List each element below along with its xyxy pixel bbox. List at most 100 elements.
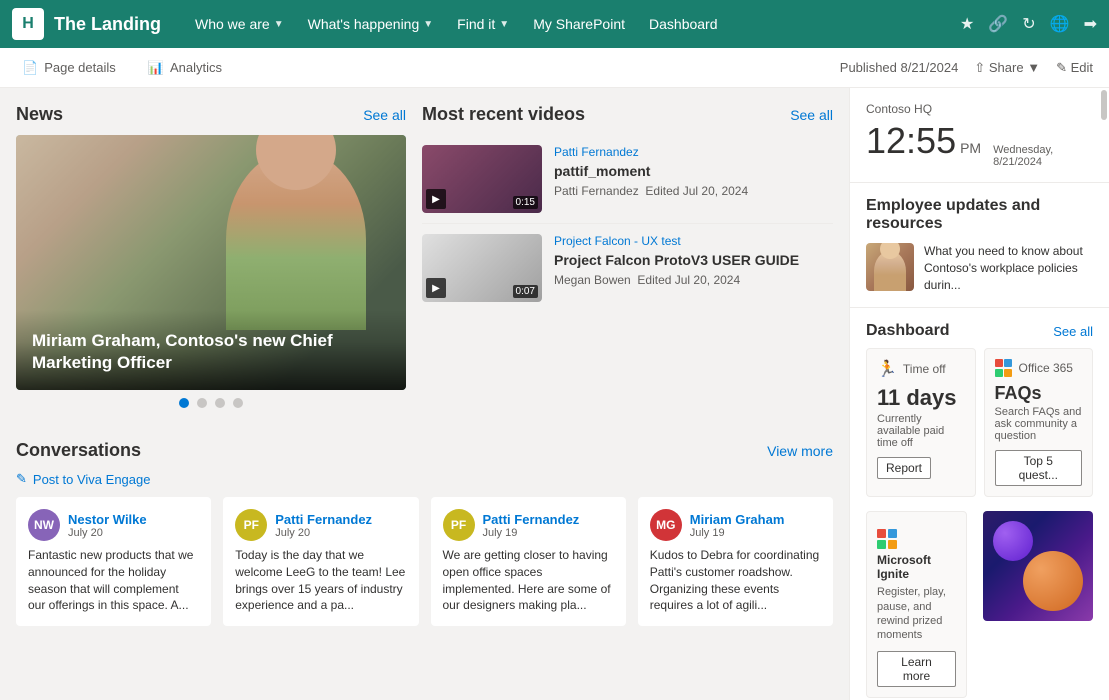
share-button[interactable]: ⇧ Share ▼ [974, 60, 1040, 76]
video-item-1[interactable]: ▶ 0:15 Patti Fernandez pattif_moment Pat… [422, 135, 833, 224]
scrollbar[interactable] [1101, 90, 1107, 120]
hero-person-figure [226, 150, 366, 330]
post-to-viva-engage[interactable]: ✎ Post to Viva Engage [16, 471, 833, 487]
video-item-2[interactable]: ▶ 0:07 Project Falcon - UX test Project … [422, 224, 833, 312]
ignite-card: Microsoft Ignite Register, play, pause, … [866, 511, 967, 697]
sidebar: Contoso HQ 12:55 PM Wednesday, 8/21/2024… [849, 88, 1109, 700]
nav-item-my-sharepoint[interactable]: My SharePoint [523, 10, 635, 38]
avatar-1: NW [28, 509, 60, 541]
office365-desc: Search FAQs and ask community a question [995, 406, 1083, 442]
ignite-visual-card [983, 511, 1093, 621]
convo-author-row-3: PF Patti Fernandez July 19 [443, 509, 614, 541]
edit-square-icon: ✎ [16, 471, 27, 487]
conversation-card-3[interactable]: PF Patti Fernandez July 19 We are gettin… [431, 497, 626, 626]
avatar-2: PF [235, 509, 267, 541]
news-dot-3[interactable] [215, 398, 225, 408]
edit-button[interactable]: ✎ Edit [1056, 60, 1093, 76]
ignite-row: Microsoft Ignite Register, play, pause, … [850, 511, 1109, 700]
page-details-button[interactable]: 📄 Page details [16, 56, 122, 80]
ignite-icon [877, 522, 956, 549]
site-title[interactable]: The Landing [54, 14, 161, 35]
news-dot-1[interactable] [179, 398, 189, 408]
conversation-card-2[interactable]: PF Patti Fernandez July 20 Today is the … [223, 497, 418, 626]
nav-item-dashboard[interactable]: Dashboard [639, 10, 728, 38]
news-hero-overlay: Miriam Graham, Contoso's new Chief Marke… [16, 310, 406, 390]
conversations-view-more[interactable]: View more [767, 443, 833, 459]
convo-author-2: Patti Fernandez [275, 512, 372, 527]
share-icon[interactable]: ➡ [1084, 14, 1097, 34]
video-thumb-1: ▶ 0:15 [422, 145, 542, 213]
videos-see-all[interactable]: See all [790, 107, 833, 123]
dashboard-see-all[interactable]: See all [1053, 324, 1093, 339]
clock-location: Contoso HQ [866, 102, 1093, 116]
time-off-report-button[interactable]: Report [877, 457, 931, 479]
video-info-2: Project Falcon - UX test Project Falcon … [554, 234, 833, 302]
refresh-icon[interactable]: ↻ [1022, 14, 1035, 34]
top-navigation: H The Landing Who we are ▼ What's happen… [0, 0, 1109, 48]
employee-update-icon [866, 243, 914, 291]
time-off-value: 11 days [877, 385, 965, 411]
video-tag-2: Project Falcon - UX test [554, 234, 833, 248]
convo-text-1: Fantastic new products that we announced… [28, 547, 199, 614]
conversation-card-1[interactable]: NW Nestor Wilke July 20 Fantastic new pr… [16, 497, 211, 626]
convo-author-1: Nestor Wilke [68, 512, 147, 527]
employee-update-text: What you need to know about Contoso's wo… [924, 243, 1093, 293]
video-duration-1: 0:15 [513, 196, 538, 209]
ignite-orb-orange [1023, 551, 1083, 611]
convo-date-3: July 19 [483, 527, 580, 539]
convo-author-4: Miriam Graham [690, 512, 785, 527]
convo-date-4: July 19 [690, 527, 785, 539]
nav-item-whats-happening[interactable]: What's happening ▼ [298, 10, 444, 38]
chevron-down-icon: ▼ [423, 19, 433, 30]
video-thumb-2: ▶ 0:07 [422, 234, 542, 302]
clock-date: Wednesday, 8/21/2024 [993, 144, 1093, 168]
convo-text-2: Today is the day that we welcome LeeG to… [235, 547, 406, 614]
ignite-orb-purple [993, 521, 1033, 561]
share-icon: ⇧ [974, 60, 985, 75]
office365-button[interactable]: Top 5 quest... [995, 450, 1083, 486]
ignite-learn-more-button[interactable]: Learn more [877, 651, 956, 687]
share-chevron-icon: ▼ [1027, 60, 1040, 75]
avatar-3: PF [443, 509, 475, 541]
clock-ampm: PM [960, 140, 981, 156]
videos-header: Most recent videos See all [422, 104, 833, 125]
nav-right-icons: ★ 🔗 ↻ 🌐 ➡ [960, 14, 1097, 34]
eu-person-figure [874, 251, 906, 291]
office365-icon [995, 359, 1013, 377]
link-icon[interactable]: 🔗 [988, 14, 1008, 34]
globe-icon[interactable]: 🌐 [1050, 14, 1070, 34]
nav-item-who-we-are[interactable]: Who we are ▼ [185, 10, 294, 38]
star-icon[interactable]: ★ [960, 14, 974, 34]
dashboard-title: Dashboard [866, 322, 950, 340]
conversations-title: Conversations [16, 440, 141, 461]
main-layout: News See all Miriam Graham, Contoso's ne… [0, 88, 1109, 700]
video-play-icon-2: ▶ [426, 278, 446, 298]
site-logo: H [12, 8, 44, 40]
office365-title: Office 365 [1019, 361, 1073, 375]
time-off-desc: Currently available paid time off [877, 413, 965, 449]
nav-item-find-it[interactable]: Find it ▼ [447, 10, 519, 38]
conversation-card-4[interactable]: MG Miriam Graham July 19 Kudos to Debra … [638, 497, 833, 626]
convo-date-1: July 20 [68, 527, 147, 539]
time-off-title: Time off [903, 362, 946, 376]
sub-nav-right: Published 8/21/2024 ⇧ Share ▼ ✎ Edit [840, 60, 1093, 76]
clock-time: 12:55 [866, 120, 956, 162]
news-hero-image[interactable]: Miriam Graham, Contoso's new Chief Marke… [16, 135, 406, 390]
news-see-all[interactable]: See all [363, 107, 406, 123]
videos-title: Most recent videos [422, 104, 585, 125]
analytics-button[interactable]: 📊 Analytics [142, 56, 228, 80]
news-dot-2[interactable] [197, 398, 207, 408]
convo-author-row-4: MG Miriam Graham July 19 [650, 509, 821, 541]
videos-column: Most recent videos See all ▶ 0:15 Patti … [422, 104, 833, 420]
convo-author-row-2: PF Patti Fernandez July 20 [235, 509, 406, 541]
conversations-section: Conversations View more ✎ Post to Viva E… [16, 440, 833, 626]
office365-card: Office 365 FAQs Search FAQs and ask comm… [984, 348, 1094, 497]
chevron-down-icon: ▼ [499, 19, 509, 30]
video-name-1: pattif_moment [554, 162, 833, 180]
convo-text-3: We are getting closer to having open off… [443, 547, 614, 614]
dashboard-grid: 🏃 Time off 11 days Currently available p… [850, 348, 1109, 511]
office365-value: FAQs [995, 383, 1083, 404]
analytics-icon: 📊 [148, 60, 164, 76]
employee-update-item[interactable]: What you need to know about Contoso's wo… [866, 243, 1093, 293]
news-dot-4[interactable] [233, 398, 243, 408]
